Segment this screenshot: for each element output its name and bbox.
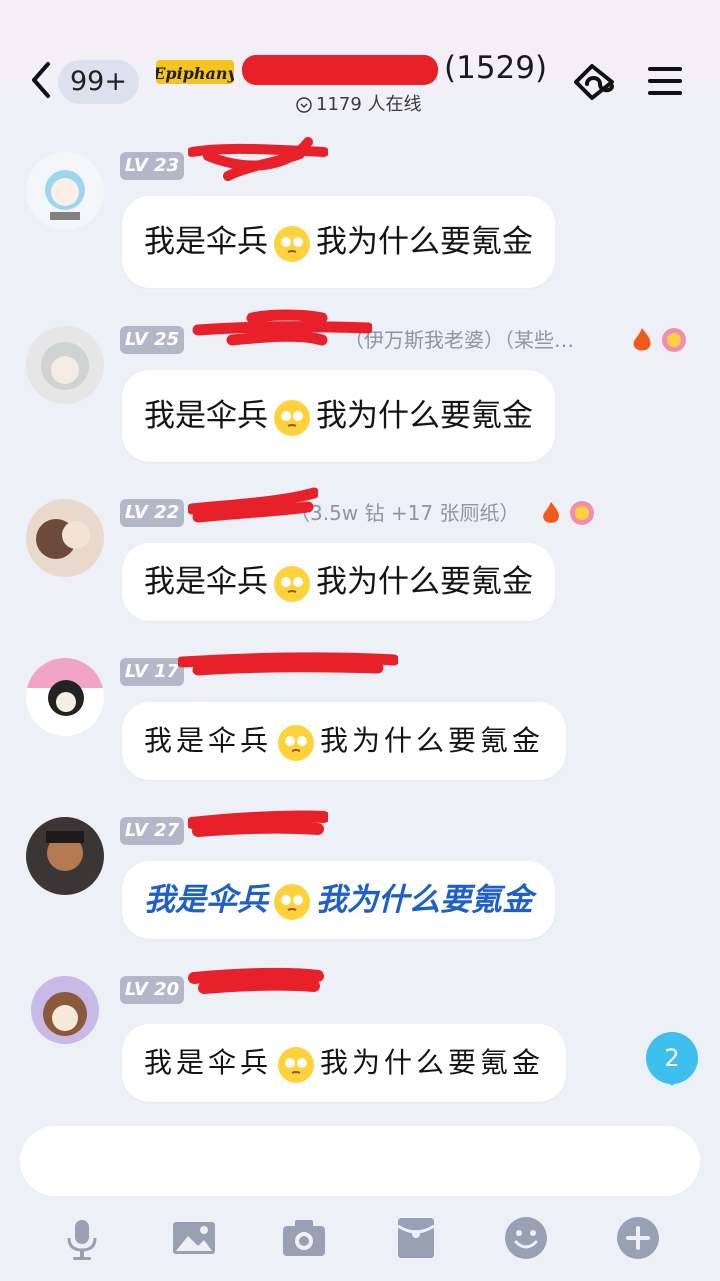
fire-icon [633,328,651,351]
message-bubble[interactable]: 我是伞兵 我为什么要氪金 [122,702,567,780]
message-bubble[interactable]: 我是伞兵 我为什么要氪金 [122,370,555,462]
pleading-emoji-icon [274,883,310,920]
pleading-emoji-icon [274,399,310,436]
unread-badge[interactable]: 99+ [58,60,139,104]
level-badge: LV 22 [120,499,184,527]
level-badge: LV 25 [120,326,184,354]
username-suffix: （3.5w 钻 +17 张厕纸） [290,501,520,525]
avatar[interactable] [26,658,104,736]
level-badge: LV 20 [120,976,184,1004]
message-input[interactable] [20,1126,700,1196]
level-badge: LV 27 [120,817,184,845]
message-bubble[interactable]: 我是伞兵 我为什么要氪金 [122,543,555,621]
redacted-username [188,137,328,181]
redacted-group-name [242,54,438,85]
pleading-emoji-icon [274,565,310,602]
pleading-emoji-icon [278,1046,315,1083]
avatar[interactable] [20,962,110,1052]
chevron-left-icon[interactable] [28,60,54,100]
group-title[interactable]: (1529) [242,50,547,86]
message-bubble[interactable]: 我是伞兵 我为什么要氪金 [122,196,555,288]
share-link-icon[interactable] [570,60,618,104]
hamburger-menu-icon[interactable] [646,64,684,98]
online-count[interactable]: 1179 人在线 [296,90,422,116]
avatar[interactable] [26,817,104,895]
redacted-username [178,652,398,676]
level-badge: LV 23 [120,152,184,180]
fire-icon [543,501,559,523]
group-logo: Epiphany [156,60,234,84]
microphone-icon[interactable] [58,1214,106,1262]
avatar[interactable] [26,499,104,577]
pleading-emoji-icon [274,225,310,262]
input-area [0,1110,720,1281]
avatar[interactable] [26,152,104,230]
username-suffix: （伊万斯我老婆）（某些… [344,328,574,352]
chat-header: 99+ Epiphany (1529) 1179 人在线 [0,0,720,124]
new-message-indicator[interactable]: 2 [646,1032,698,1086]
flower-emoji-icon [570,501,594,525]
image-icon[interactable] [170,1214,218,1262]
flower-emoji-icon [662,328,686,352]
message-bubble[interactable]: 我是伞兵 我为什么要氪金 [122,861,555,939]
redacted-username [188,487,318,523]
level-badge: LV 17 [120,658,184,686]
pleading-emoji-icon [278,724,315,761]
chevron-circle-icon [296,97,312,113]
redacted-username [188,967,324,994]
avatar[interactable] [26,326,104,404]
plus-icon[interactable] [614,1214,662,1262]
svg-text:Epiphany: Epiphany [156,64,234,83]
camera-icon[interactable] [280,1214,328,1262]
emoji-icon[interactable] [502,1214,550,1262]
message-bubble[interactable]: 我是伞兵 我为什么要氪金 [122,1024,567,1102]
redacted-username [188,810,328,837]
redacted-username [192,309,372,346]
red-packet-icon[interactable] [392,1214,440,1262]
